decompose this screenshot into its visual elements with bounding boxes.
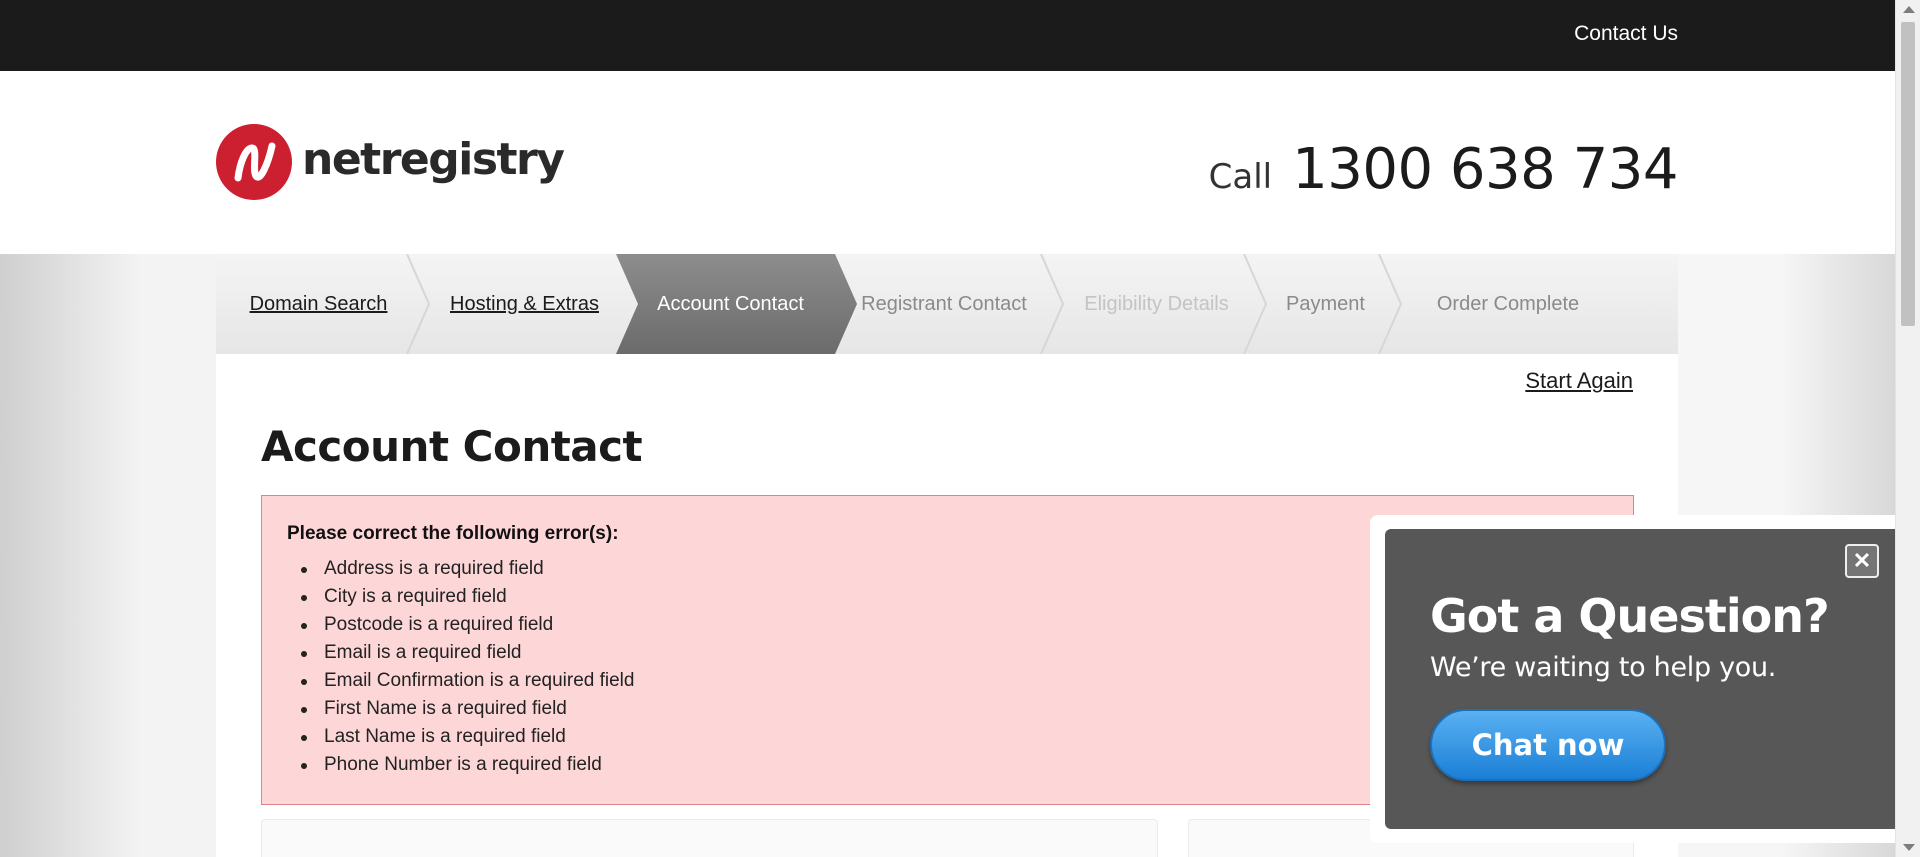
chat-question: Got a Question?	[1430, 589, 1830, 643]
call-label: Call	[1208, 157, 1273, 197]
scroll-down-icon[interactable]	[1903, 844, 1915, 851]
close-icon[interactable]: ✕	[1845, 544, 1879, 578]
scroll-up-icon[interactable]	[1903, 6, 1915, 13]
logo-text: netregistry	[302, 133, 565, 185]
step-payment: Payment	[1258, 254, 1403, 354]
step-account-contact[interactable]: Account Contact	[628, 254, 833, 354]
chat-now-button[interactable]: Chat now	[1430, 709, 1666, 781]
step-order-complete: Order Complete	[1436, 292, 1580, 315]
account-form-panel	[261, 819, 1158, 857]
logo-mark-icon	[216, 124, 292, 200]
scrollbar-thumb[interactable]	[1901, 22, 1915, 326]
step-separator	[1040, 254, 1065, 354]
checkout-steps: Domain Search Hosting & Extras Account C…	[216, 254, 1678, 354]
chat-subtitle: We’re waiting to help you.	[1430, 652, 1777, 683]
step-hosting-extras[interactable]: Hosting & Extras	[421, 254, 628, 354]
top-bar: Contact Us	[0, 0, 1895, 71]
netregistry-logo[interactable]: netregistry	[216, 124, 565, 200]
step-domain-search[interactable]: Domain Search	[216, 254, 431, 354]
phone-callout: Call 1300 638 734	[1208, 137, 1679, 202]
contact-us-link[interactable]: Contact Us	[1574, 22, 1678, 46]
phone-number: 1300 638 734	[1292, 137, 1678, 202]
chat-widget: ✕ Got a Question? We’re waiting to help …	[1385, 529, 1895, 829]
page-title: Account Contact	[261, 422, 643, 471]
site-header: netregistry Call 1300 638 734	[0, 71, 1895, 254]
step-separator	[1243, 254, 1268, 354]
step-registrant-contact: Registrant Contact	[833, 254, 1065, 354]
start-again-link[interactable]: Start Again	[1525, 368, 1633, 394]
vertical-scrollbar[interactable]	[1895, 0, 1920, 857]
step-separator	[406, 254, 431, 354]
step-separator	[1378, 254, 1403, 354]
step-eligibility-details: Eligibility Details	[1055, 254, 1268, 354]
